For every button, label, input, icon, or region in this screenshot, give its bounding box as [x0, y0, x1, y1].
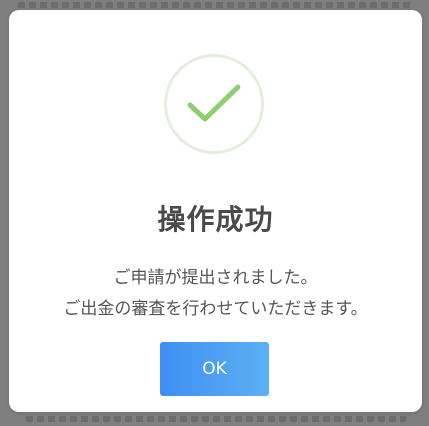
- dialog-title: 操作成功: [157, 203, 274, 236]
- success-dialog: 操作成功 ご申請が提出されました。 ご出金の審査を行わせていただきます。 OK: [9, 10, 422, 412]
- background-page-text: [18, 2, 411, 8]
- dialog-message-line-1: ご申請が提出されました。: [113, 268, 318, 288]
- background-page-text: [26, 416, 406, 422]
- checkmark-icon: [187, 84, 241, 122]
- ok-button[interactable]: OK: [160, 342, 269, 396]
- success-circle: [164, 54, 264, 154]
- dialog-message-line-2: ご出金の審査を行わせていただきます。: [63, 299, 368, 319]
